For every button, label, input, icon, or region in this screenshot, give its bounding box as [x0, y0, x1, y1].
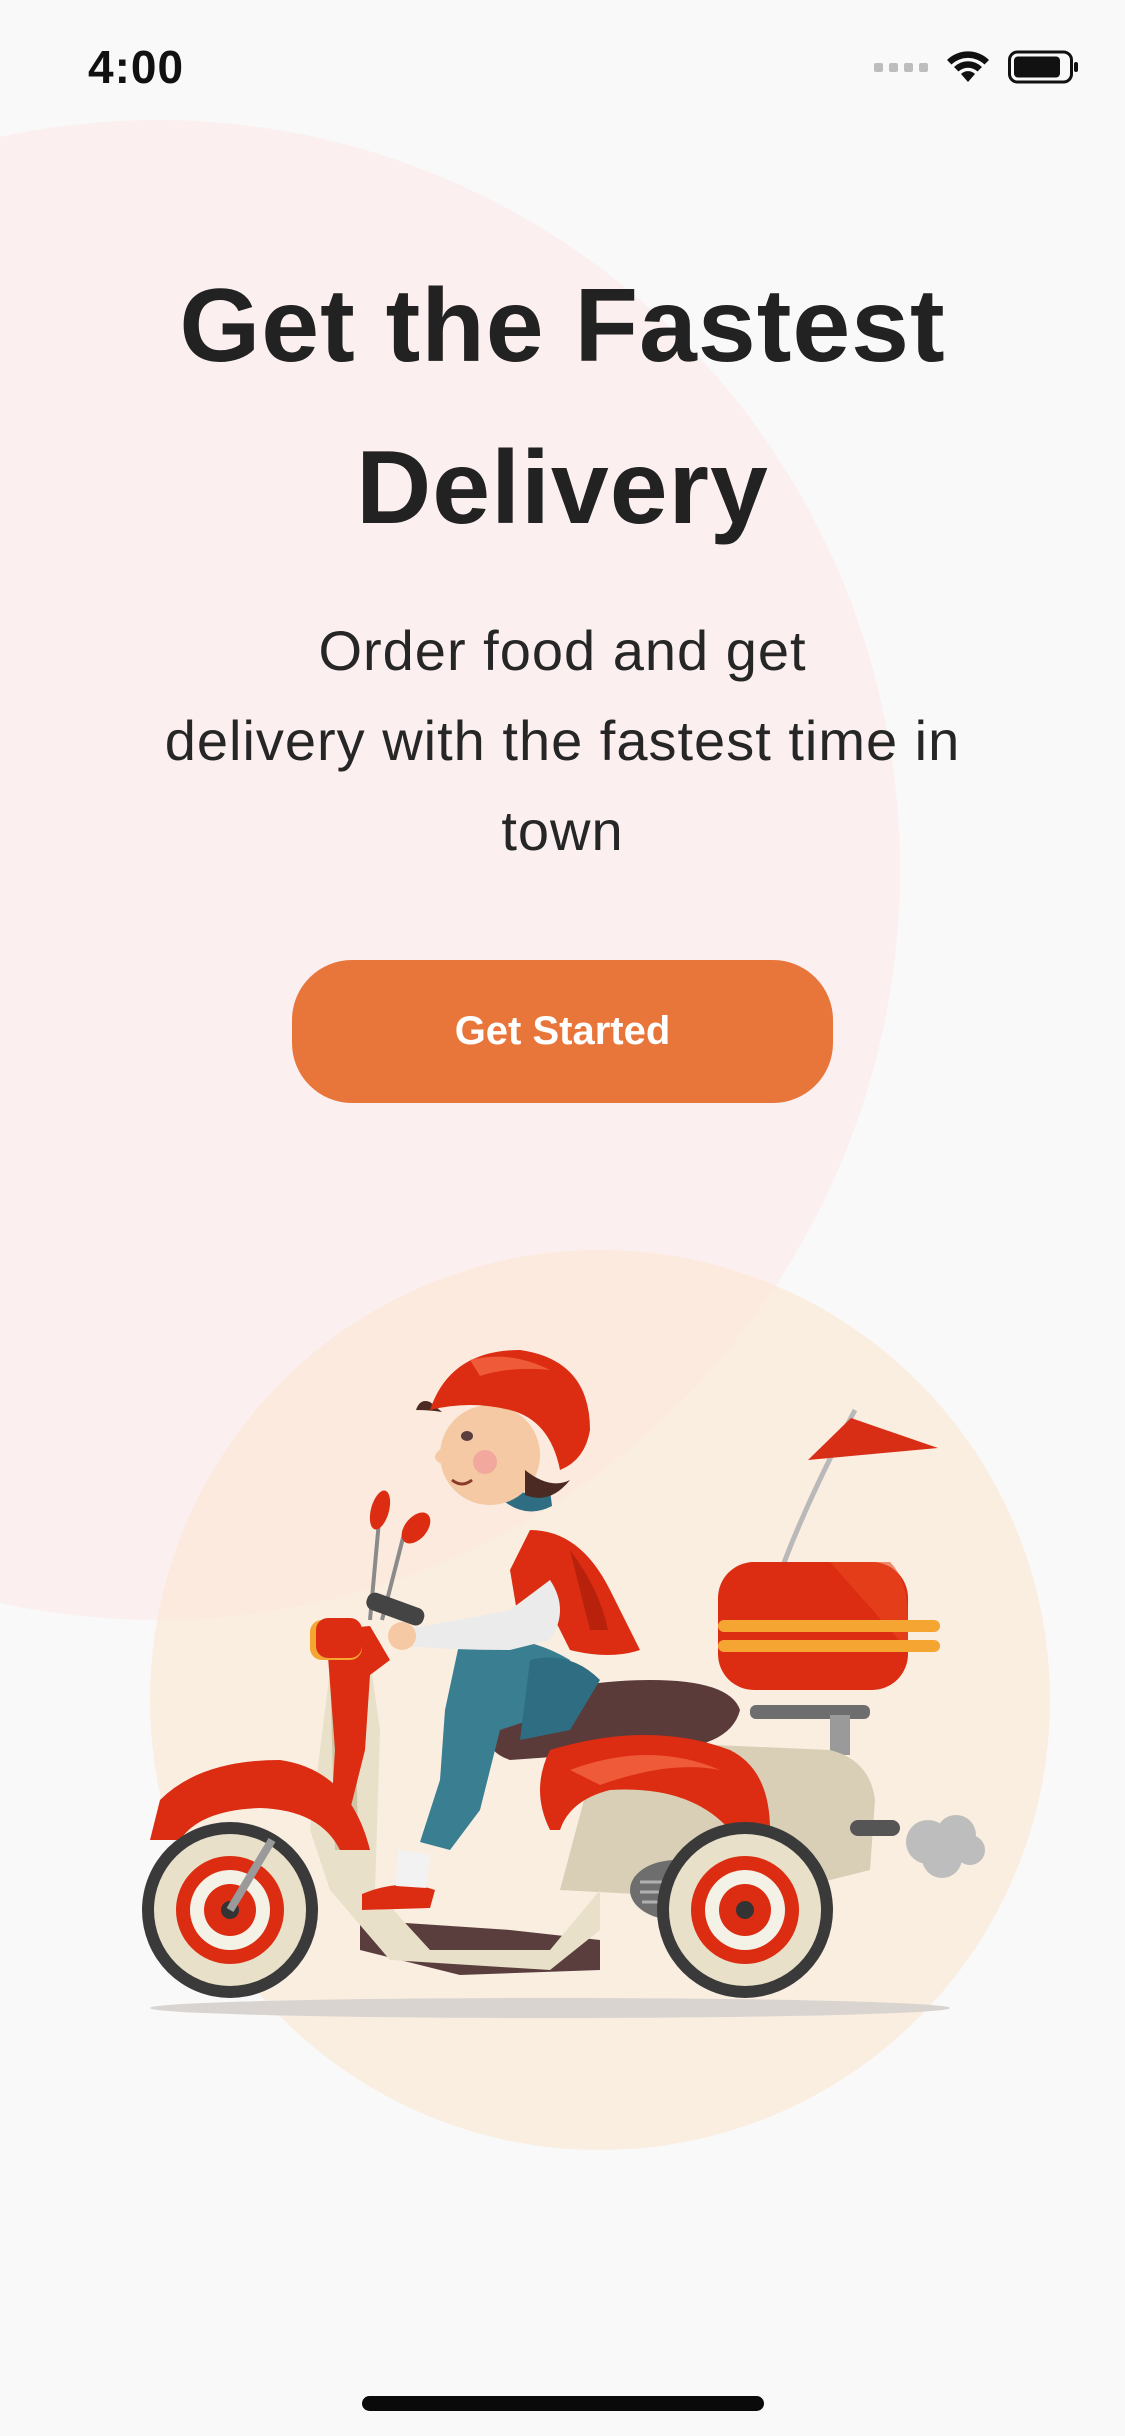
subtitle-line: delivery with the fastest time in	[164, 709, 961, 772]
cellular-signal-icon	[874, 62, 928, 72]
scooter-delivery-rider-illustration	[142, 1350, 985, 2018]
wifi-icon	[947, 51, 989, 82]
subtitle-line: town	[501, 799, 624, 862]
status-time: 4:00	[88, 41, 185, 93]
status-bar: 4:00	[0, 0, 1125, 135]
status-icons	[874, 50, 1080, 84]
page-subtitle: Order food and get delivery with the fas…	[100, 606, 1025, 876]
get-started-button[interactable]: Get Started	[292, 960, 833, 1103]
page-title: Get the Fastest Delivery	[179, 268, 946, 546]
subtitle-line: Order food and get	[318, 619, 807, 682]
home-indicator[interactable]	[362, 2396, 764, 2411]
onboarding-screen: 4:00 Get the Fastest Delivery Order food…	[0, 0, 1125, 2436]
battery-icon	[1008, 50, 1078, 84]
